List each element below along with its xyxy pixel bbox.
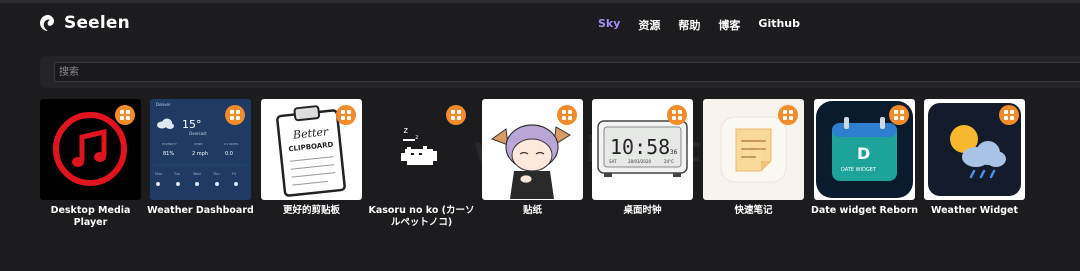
nav-blog[interactable]: 博客 [718, 17, 740, 33]
card-title: 贴纸 [522, 205, 542, 216]
weather-stat-label: UV INDEX [224, 142, 239, 146]
grid-badge-icon [336, 105, 356, 125]
card-title: Date widget Reborn [810, 205, 919, 216]
resource-card[interactable]: D DATE WIDGET Date widget Reborn [811, 99, 918, 229]
grid-badge-icon [557, 105, 577, 125]
nav-github[interactable]: Github [758, 17, 800, 33]
card-title: Kasoru no ko (カーソルペットノコ) [368, 205, 475, 228]
weather-location: Denver [156, 102, 171, 107]
card-title: 桌面时钟 [623, 205, 662, 216]
clock-date: 28/03/2020 [628, 159, 652, 164]
resource-card[interactable]: Weather Widget [924, 99, 1025, 229]
weather-stat-label: HUMIDITY [162, 142, 177, 146]
clock-time: 10:58 [610, 135, 670, 159]
logo[interactable]: Seelen [38, 13, 130, 33]
resource-card[interactable]: Denver 15° Overcast HUMIDITY WIND UV IND… [147, 99, 254, 229]
resource-grid: Desktop Media Player Denver 15° Overcast… [40, 99, 1080, 271]
svg-text:z: z [403, 126, 408, 136]
resource-card[interactable]: 贴纸 [482, 99, 583, 229]
grid-badge-icon [999, 105, 1019, 125]
card-title: Weather Dashboard [147, 205, 254, 216]
nav-help[interactable]: 帮助 [678, 17, 700, 33]
calendar-letter: D [857, 144, 870, 163]
seelen-logo-icon [40, 15, 54, 31]
main-nav: Sky 资源 帮助 博客 Github [598, 17, 800, 33]
weather-stat-value: 2 mph [192, 151, 208, 157]
nav-resources[interactable]: 资源 [638, 17, 660, 33]
card-title: 快速笔记 [734, 205, 773, 216]
card-title: Weather Widget [930, 205, 1019, 216]
resource-card[interactable]: 10:58 36 SAT 28/03/2020 24°C 桌面时钟 [592, 99, 693, 229]
clock-seconds: 36 [670, 149, 678, 156]
weather-day: Tue [173, 172, 180, 176]
grid-badge-icon [225, 105, 245, 125]
grid-badge-icon [667, 105, 687, 125]
search-input[interactable] [54, 62, 1080, 82]
nav-sky[interactable]: Sky [598, 17, 620, 33]
weather-day: Thu [212, 172, 220, 176]
grid-badge-icon [889, 105, 909, 125]
resource-card[interactable]: Better CLIPBOARD 更好的剪贴板 [261, 99, 362, 229]
calendar-caption: DATE WIDGET [841, 167, 877, 173]
resource-card[interactable]: z z Kasoru no ko (カーソルペットノコ) [368, 99, 475, 229]
card-title: Desktop Media Player [50, 205, 131, 228]
svg-text:z: z [415, 134, 419, 141]
weather-day: Wed [193, 172, 201, 176]
card-title: 更好的剪贴板 [282, 205, 340, 216]
clock-day: SAT [609, 159, 617, 164]
weather-stat-value: 81% [163, 151, 174, 157]
grid-badge-icon [115, 105, 135, 125]
search-bar [40, 56, 1080, 88]
weather-day: Fri [232, 172, 236, 176]
clock-temp: 24°C [664, 159, 674, 164]
weather-temp: 15° [182, 118, 202, 131]
grid-badge-icon [446, 105, 466, 125]
weather-day: Mon [155, 172, 162, 176]
resource-card[interactable]: 快速笔记 [703, 99, 804, 229]
weather-stat-value: 0.0 [225, 151, 233, 157]
brand-name: Seelen [64, 13, 130, 33]
header: Seelen Sky 资源 帮助 博客 Github [0, 3, 1080, 47]
weather-condition: Overcast [189, 131, 207, 136]
resource-card[interactable]: Desktop Media Player [40, 99, 141, 229]
weather-stat-label: WIND [194, 142, 203, 146]
grid-badge-icon [778, 105, 798, 125]
